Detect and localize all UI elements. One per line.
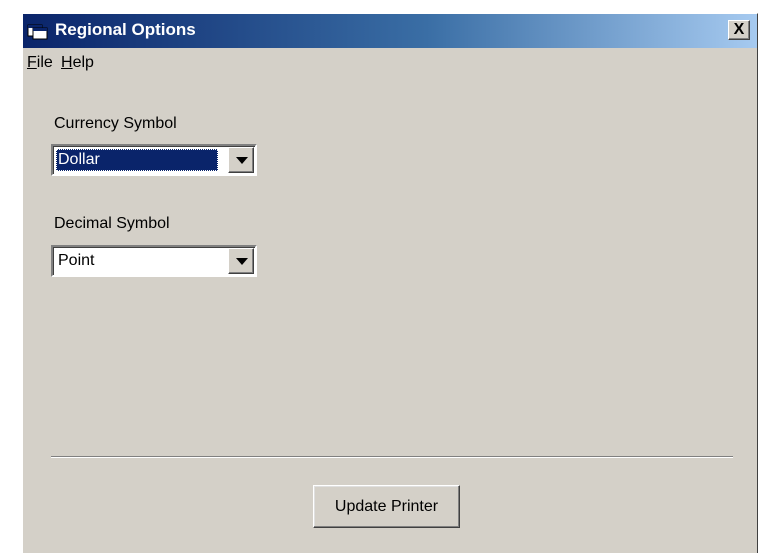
app-window-icon [27,22,49,45]
title-bar[interactable]: Regional Options X [23,14,757,48]
menu-help-accel: H [61,54,73,71]
menu-file-rest: ile [36,54,53,71]
currency-dropdown-button[interactable] [228,147,254,173]
menu-help[interactable]: Help [61,54,94,72]
chevron-down-icon [236,157,248,164]
menu-file-accel: F [27,54,37,71]
menu-bar: File Help [23,50,757,76]
window-title: Regional Options [55,20,196,39]
currency-symbol-dropdown[interactable]: Dollar [51,144,257,176]
update-printer-button[interactable]: Update Printer [313,485,460,528]
decimal-dropdown-button[interactable] [228,248,254,274]
currency-symbol-value: Dollar [56,149,218,171]
decimal-symbol-value: Point [58,252,95,269]
regional-options-window: Regional Options X File Help Currency Sy… [22,13,758,553]
chevron-down-icon [236,258,248,265]
currency-symbol-label: Currency Symbol [54,115,177,132]
close-icon: X [733,21,745,38]
decimal-symbol-dropdown[interactable]: Point [51,245,257,277]
separator-line [51,456,733,458]
menu-help-rest: elp [72,54,94,71]
menu-file[interactable]: File [27,54,53,72]
close-button[interactable]: X [728,20,750,40]
decimal-symbol-label: Decimal Symbol [54,215,170,232]
